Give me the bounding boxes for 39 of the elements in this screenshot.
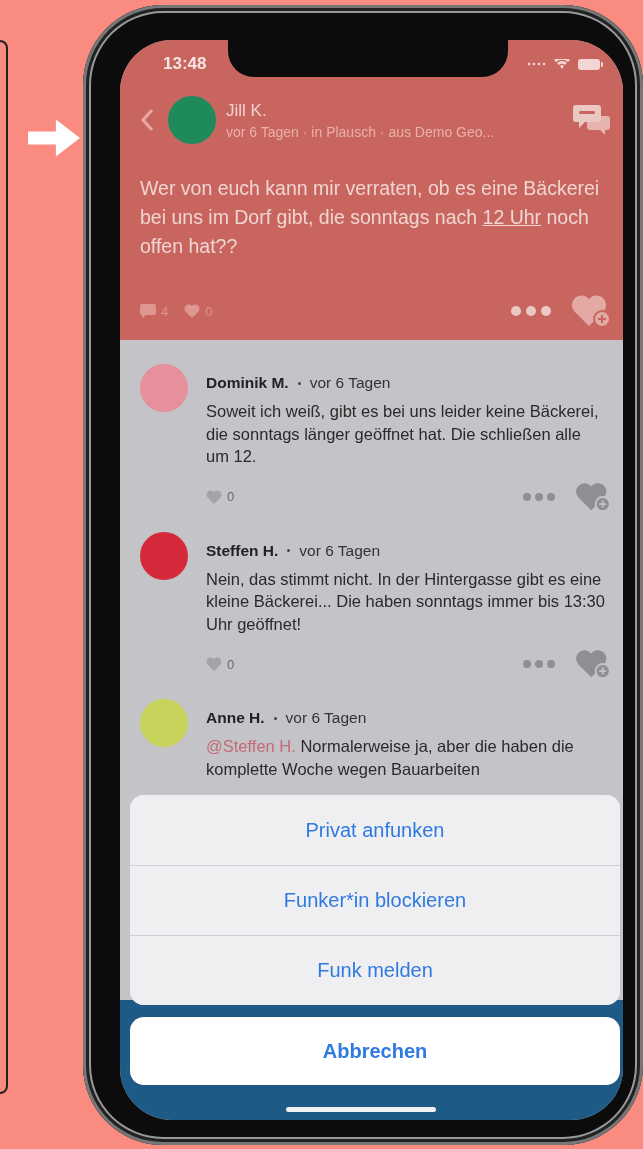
action-button[interactable]: Funk melden <box>130 935 620 1005</box>
separator-dot <box>297 381 301 385</box>
like-count: 0 <box>227 489 235 504</box>
more-icon[interactable] <box>511 306 551 316</box>
heart-icon <box>206 657 222 671</box>
comment-time: vor 6 Tagen <box>309 374 391 392</box>
mention-link[interactable]: @Steffen H. <box>206 737 296 755</box>
signal-dots-icon <box>527 62 546 66</box>
comment-text: Soweit ich weiß, gibt es bei uns leider keine Bäckerei, die sonntags länger geöffnet hat. Die schließen alle um 12. <box>206 401 600 467</box>
avatar <box>168 96 216 144</box>
heart-plus-icon[interactable] <box>575 481 611 512</box>
post-text: Wer von euch kann mir verraten, ob es eine Bäckerei bei uns im Dorf gibt, die sonntags nach 12 Uhr noch offen hat?? <box>140 176 601 259</box>
author-name: Anne H. <box>206 709 265 727</box>
battery-icon <box>578 58 603 70</box>
separator-dot <box>273 716 277 720</box>
chat-bubbles-icon[interactable] <box>573 104 611 136</box>
like-count: 0 <box>227 656 235 672</box>
author-name: Jill K. <box>226 100 268 121</box>
time-link[interactable]: 12 Uhr <box>482 206 542 228</box>
comment-text: Nein, das stimmt nicht. In der Hintergasse gibt es eine kleine Bäckerei... Die haben sonntags immer bis 13:30 Uhr geöffnet! <box>206 568 606 635</box>
separator-dot <box>287 549 291 552</box>
heart-icon <box>184 304 201 318</box>
back-icon[interactable] <box>140 108 154 132</box>
more-icon[interactable] <box>523 660 555 668</box>
author-name: Steffen H. <box>206 541 279 560</box>
comment-time: vor 6 Tagen <box>285 709 367 727</box>
heart-plus-icon[interactable] <box>571 294 611 328</box>
cancel-button[interactable]: Abbrechen <box>130 1017 620 1085</box>
status-time: 13:48 <box>163 54 207 74</box>
post-meta: vor 6 Tagen · in Plausch · aus Demo Geo... <box>226 123 496 140</box>
heart-plus-icon[interactable] <box>575 649 611 679</box>
comment-icon <box>140 304 156 318</box>
heart-icon <box>206 489 222 504</box>
wifi-icon <box>554 58 570 70</box>
comment-text: @Steffen H. Normalerweise ja, aber die haben die komplette Woche wegen Bauarbeiten <box>206 736 575 780</box>
author-name: Dominik M. <box>206 374 289 392</box>
more-icon[interactable] <box>523 492 555 501</box>
arrow-icon <box>28 118 80 158</box>
comment-time: vor 6 Tagen <box>299 541 381 560</box>
